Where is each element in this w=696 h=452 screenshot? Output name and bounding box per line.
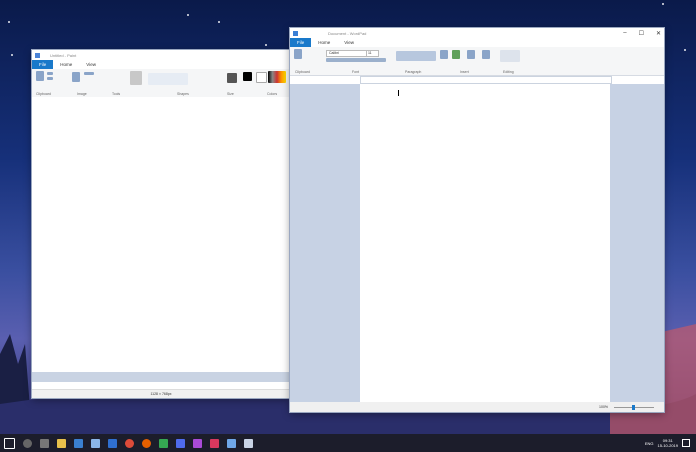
store-icon[interactable] — [108, 438, 117, 448]
wordpad-tab-home[interactable]: Home — [311, 38, 337, 47]
zoom-thumb[interactable] — [632, 404, 635, 410]
wordpad-window[interactable]: Document - WordPad – ☐ ✕ File Home View … — [290, 28, 664, 412]
paint-window[interactable]: Untitled - Paint File Home View Clipboar… — [32, 50, 290, 398]
firefox-icon[interactable] — [142, 438, 151, 448]
mail-icon[interactable] — [91, 438, 100, 448]
edge-icon[interactable] — [74, 438, 83, 448]
app-icon[interactable] — [210, 438, 219, 448]
paste-icon[interactable] — [36, 71, 44, 81]
task-view-icon[interactable] — [40, 438, 49, 448]
taskbar: ENG 09:31 15-10-2019 — [0, 434, 696, 452]
star — [218, 21, 220, 23]
paint-title: Untitled - Paint — [50, 52, 77, 58]
group-font: Font — [352, 70, 360, 74]
wordpad-app-icon — [293, 30, 298, 36]
zoom-slider[interactable] — [614, 404, 654, 410]
paint-taskbar-icon[interactable] — [227, 438, 236, 448]
notification-icon[interactable] — [682, 439, 690, 447]
star — [11, 54, 13, 56]
group-clipboard: Clipboard — [36, 92, 51, 96]
group-paragraph: Paragraph — [405, 70, 422, 74]
paragraph-buttons[interactable] — [396, 51, 436, 61]
select-icon[interactable] — [72, 72, 80, 82]
paint-drawing-icon[interactable] — [452, 50, 460, 59]
insert-object-icon[interactable] — [482, 50, 490, 59]
language-indicator[interactable]: ENG — [645, 441, 654, 446]
app-icon[interactable] — [176, 438, 185, 448]
copy-icon[interactable] — [47, 77, 53, 80]
wordpad-statusbar: 100% — [290, 402, 664, 412]
palette[interactable] — [268, 71, 286, 83]
paint-canvas[interactable] — [32, 97, 290, 372]
paint-statusbar: 1128 × 768px — [32, 389, 290, 398]
ruler[interactable] — [360, 76, 612, 84]
format-buttons[interactable] — [326, 58, 386, 62]
text-cursor — [398, 90, 399, 96]
system-tray: ENG 09:31 15-10-2019 — [645, 438, 696, 448]
picture-icon[interactable] — [440, 50, 448, 59]
paint-tabs: File Home View — [32, 60, 290, 69]
zoom-level: 100% — [599, 405, 608, 409]
group-shapes: Shapes — [177, 92, 189, 96]
wordpad-tab-view[interactable]: View — [337, 38, 361, 47]
crop-icon[interactable] — [84, 72, 94, 75]
canvas-size-text: 1128 × 768px — [150, 392, 172, 396]
group-editing: Editing — [503, 70, 514, 74]
paint-workspace — [32, 372, 290, 382]
wordpad-tab-file[interactable]: File — [290, 38, 312, 47]
group-size: Size — [227, 92, 234, 96]
date-text: 15-10-2019 — [657, 443, 678, 448]
wordpad-tabs: File Home View — [290, 38, 664, 47]
window-controls: – ☐ ✕ — [623, 30, 661, 37]
cut-icon[interactable] — [47, 72, 53, 75]
group-insert: Insert — [460, 70, 469, 74]
paint-tab-file[interactable]: File — [32, 60, 54, 69]
group-tools: Tools — [112, 92, 121, 96]
wordpad-taskbar-icon[interactable] — [244, 438, 253, 448]
start-icon[interactable] — [4, 437, 15, 449]
paint-tab-home[interactable]: Home — [53, 60, 79, 69]
color1-swatch[interactable] — [243, 72, 252, 81]
brushes-icon[interactable] — [130, 71, 142, 85]
paint-titlebar[interactable]: Untitled - Paint — [32, 50, 290, 60]
date-time-icon[interactable] — [467, 50, 475, 59]
search-icon[interactable] — [23, 438, 32, 448]
wordpad-titlebar[interactable]: Document - WordPad – ☐ ✕ — [290, 28, 664, 38]
paint-tab-view[interactable]: View — [79, 60, 103, 69]
star — [662, 3, 664, 5]
chrome-icon[interactable] — [125, 438, 134, 448]
wordpad-title: Document - WordPad — [328, 30, 367, 36]
star — [187, 14, 189, 16]
wordpad-ribbon: Calibri 11 Clipboard Font Paragraph Inse… — [290, 47, 664, 76]
document-page[interactable] — [360, 84, 610, 402]
document-area — [290, 84, 664, 402]
clock[interactable]: 09:31 15-10-2019 — [658, 438, 678, 448]
shapes-gallery[interactable] — [148, 73, 188, 85]
star — [265, 44, 267, 46]
star — [8, 21, 10, 23]
paint-app-icon — [35, 52, 40, 58]
group-image: Image — [77, 92, 87, 96]
font-name-box[interactable]: Calibri — [326, 50, 368, 57]
app-icon[interactable] — [159, 438, 168, 448]
app-icon[interactable] — [193, 438, 202, 448]
group-colors: Colors — [267, 92, 278, 96]
minimize-icon[interactable]: – — [623, 30, 626, 37]
size-icon[interactable] — [227, 73, 237, 83]
maximize-icon[interactable]: ☐ — [639, 30, 644, 37]
file-explorer-icon[interactable] — [57, 438, 66, 448]
paint-ribbon: Clipboard Image Tools Shapes Size Colors — [32, 69, 290, 98]
close-icon[interactable]: ✕ — [656, 30, 661, 37]
editing-buttons[interactable] — [500, 50, 520, 62]
font-size-box[interactable]: 11 — [366, 50, 379, 57]
group-clipboard: Clipboard — [295, 70, 310, 74]
color2-swatch[interactable] — [256, 72, 267, 83]
star — [684, 49, 686, 51]
paste-icon[interactable] — [294, 49, 302, 59]
